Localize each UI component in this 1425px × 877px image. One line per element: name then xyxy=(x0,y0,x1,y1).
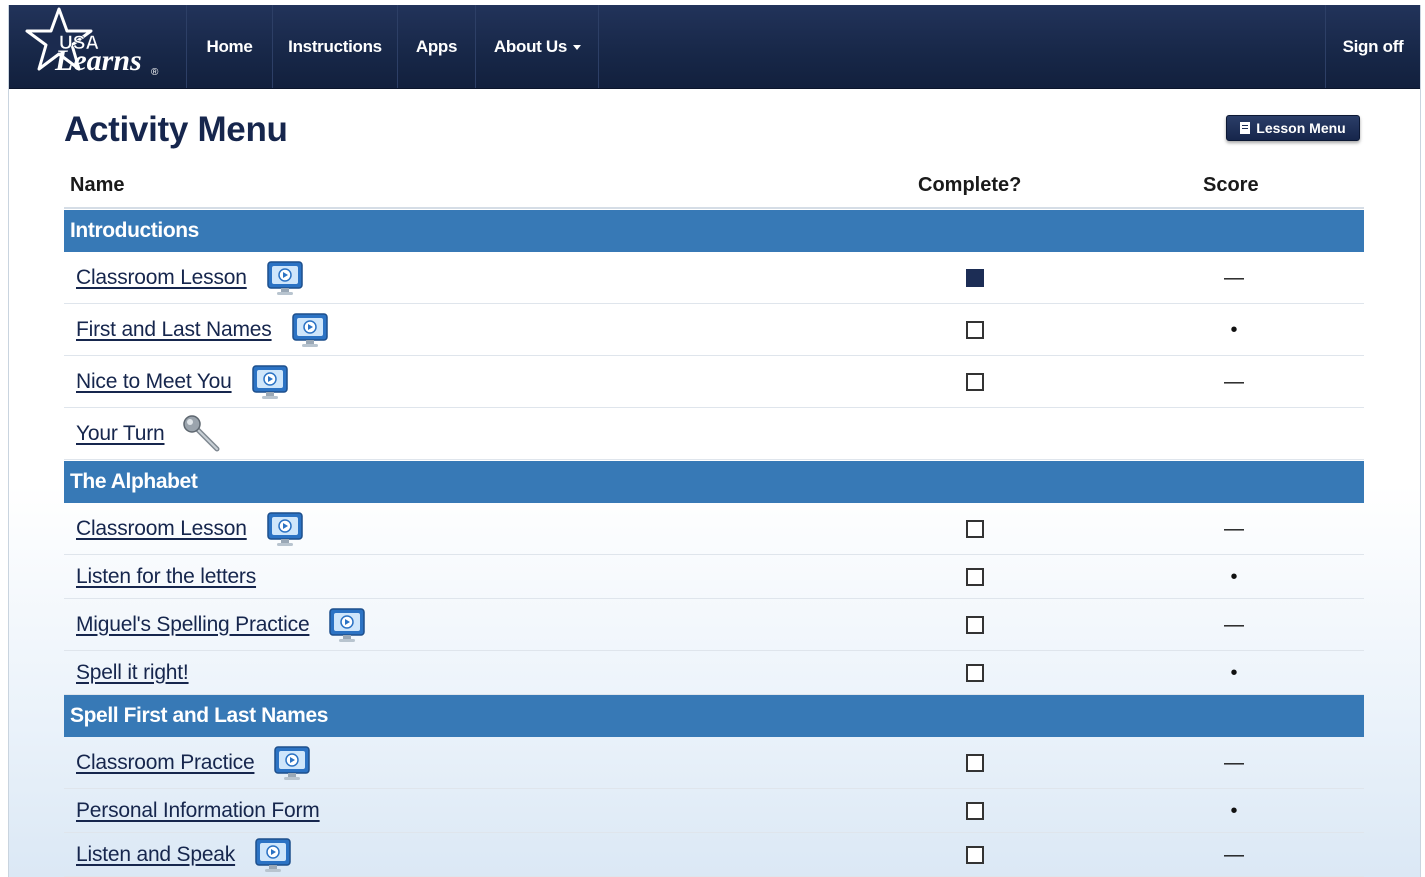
score-value: — xyxy=(1224,370,1244,393)
score-value: — xyxy=(1224,613,1244,636)
activity-link[interactable]: Classroom Lesson xyxy=(76,517,247,541)
video-icon[interactable] xyxy=(255,837,291,873)
nav-about-us[interactable]: About Us xyxy=(475,5,599,88)
activity-name-cell: Classroom Lesson xyxy=(76,511,303,547)
complete-checkbox[interactable] xyxy=(966,753,984,772)
nav-apps[interactable]: Apps xyxy=(397,5,475,88)
sign-off-link[interactable]: Sign off xyxy=(1325,5,1420,88)
complete-checkbox[interactable] xyxy=(966,845,984,864)
complete-checkbox[interactable] xyxy=(966,615,984,634)
nav-instructions-label: Instructions xyxy=(288,36,382,56)
score-value: — xyxy=(1224,751,1244,774)
complete-checkbox[interactable] xyxy=(966,320,984,339)
activity-row: Classroom Lesson — xyxy=(64,252,1364,304)
activity-link[interactable]: Listen and Speak xyxy=(76,843,235,867)
complete-checkbox[interactable] xyxy=(966,567,984,586)
video-icon[interactable] xyxy=(329,607,366,643)
complete-checkbox[interactable] xyxy=(966,519,984,538)
activity-link[interactable]: Spell it right! xyxy=(76,661,189,685)
video-icon[interactable] xyxy=(291,312,328,348)
header-divider xyxy=(64,207,1364,209)
complete-checkbox[interactable] xyxy=(966,801,984,820)
svg-text:Learns: Learns xyxy=(54,44,142,77)
lesson-menu-button[interactable]: Lesson Menu xyxy=(1226,115,1360,141)
activity-row: First and Last Names • xyxy=(64,304,1364,356)
complete-checkbox[interactable] xyxy=(966,372,984,391)
activity-link[interactable]: Personal Information Form xyxy=(76,799,320,823)
activity-row: Listen for the letters • xyxy=(64,555,1364,599)
activity-name-cell: Your Turn xyxy=(76,413,223,455)
activity-name-cell: Classroom Practice xyxy=(76,745,311,781)
activity-row: Classroom Lesson — xyxy=(64,503,1364,555)
nav-home[interactable]: Home xyxy=(186,5,272,88)
activity-link[interactable]: Listen for the letters xyxy=(76,565,256,589)
score-value: • xyxy=(1230,565,1238,588)
activity-row: Personal Information Form • xyxy=(64,789,1364,833)
section-title: The Alphabet xyxy=(70,470,198,493)
column-header-complete: Complete? xyxy=(918,174,1022,196)
nav-home-label: Home xyxy=(206,36,253,56)
activity-name-cell: Nice to Meet You xyxy=(76,364,288,400)
score-value: — xyxy=(1224,517,1244,540)
activity-link[interactable]: Classroom Lesson xyxy=(76,266,247,290)
nav-divider xyxy=(598,5,599,88)
activity-name-cell: Classroom Lesson xyxy=(76,260,303,296)
activity-row: Classroom Practice — xyxy=(64,737,1364,789)
score-value: • xyxy=(1230,661,1238,684)
page-title: Activity Menu xyxy=(64,110,288,149)
activity-name-cell: First and Last Names xyxy=(76,312,328,348)
top-navbar: USA Learns ® Home Instructions Apps Abou… xyxy=(9,5,1420,89)
activity-link[interactable]: Classroom Practice xyxy=(76,751,255,775)
section-title: Introductions xyxy=(70,219,199,242)
activity-name-cell: Miguel's Spelling Practice xyxy=(76,607,366,643)
activity-name-cell: Personal Information Form xyxy=(76,799,320,823)
section-title: Spell First and Last Names xyxy=(70,704,329,727)
column-header-score: Score xyxy=(1203,174,1259,196)
activity-name-cell: Listen for the letters xyxy=(76,565,256,589)
video-icon[interactable] xyxy=(274,745,311,781)
activity-link[interactable]: First and Last Names xyxy=(76,318,272,342)
activity-row: Miguel's Spelling Practice — xyxy=(64,599,1364,651)
book-icon xyxy=(1240,122,1251,134)
activity-row: Listen and Speak — xyxy=(64,833,1364,877)
score-value: — xyxy=(1224,266,1244,289)
section-header: The Alphabet xyxy=(64,461,1364,503)
caret-down-icon xyxy=(573,45,582,50)
section-header: Spell First and Last Names xyxy=(64,695,1364,737)
score-value: • xyxy=(1230,799,1238,822)
column-header-name: Name xyxy=(70,174,125,196)
activity-link[interactable]: Your Turn xyxy=(76,422,165,446)
complete-checkbox-checked[interactable] xyxy=(966,268,984,287)
logo-star-icon: USA Learns ® xyxy=(25,7,159,78)
complete-checkbox[interactable] xyxy=(966,663,984,682)
activity-name-cell: Spell it right! xyxy=(76,661,189,685)
nav-instructions[interactable]: Instructions xyxy=(272,5,397,88)
nav-apps-label: Apps xyxy=(415,36,458,56)
score-value: — xyxy=(1224,843,1244,866)
video-icon[interactable] xyxy=(266,511,303,547)
app-frame: USA Learns ® Home Instructions Apps Abou… xyxy=(8,5,1421,877)
nav-about-us-label: About Us xyxy=(493,36,568,56)
activity-link[interactable]: Miguel's Spelling Practice xyxy=(76,613,310,637)
video-icon[interactable] xyxy=(251,364,288,400)
svg-text:®: ® xyxy=(151,67,159,78)
activity-row: Nice to Meet You — xyxy=(64,356,1364,408)
activity-link[interactable]: Nice to Meet You xyxy=(76,370,232,394)
activity-name-cell: Listen and Speak xyxy=(76,837,291,873)
video-icon[interactable] xyxy=(266,260,303,296)
lesson-menu-label: Lesson Menu xyxy=(1256,120,1346,136)
activity-row: Your Turn xyxy=(64,408,1364,460)
usa-learns-logo[interactable]: USA Learns ® xyxy=(25,7,175,85)
activity-row: Spell it right! • xyxy=(64,651,1364,695)
microphone-icon[interactable] xyxy=(181,413,223,455)
sign-off-label: Sign off xyxy=(1342,36,1404,56)
section-header: Introductions xyxy=(64,210,1364,252)
score-value: • xyxy=(1230,318,1238,341)
